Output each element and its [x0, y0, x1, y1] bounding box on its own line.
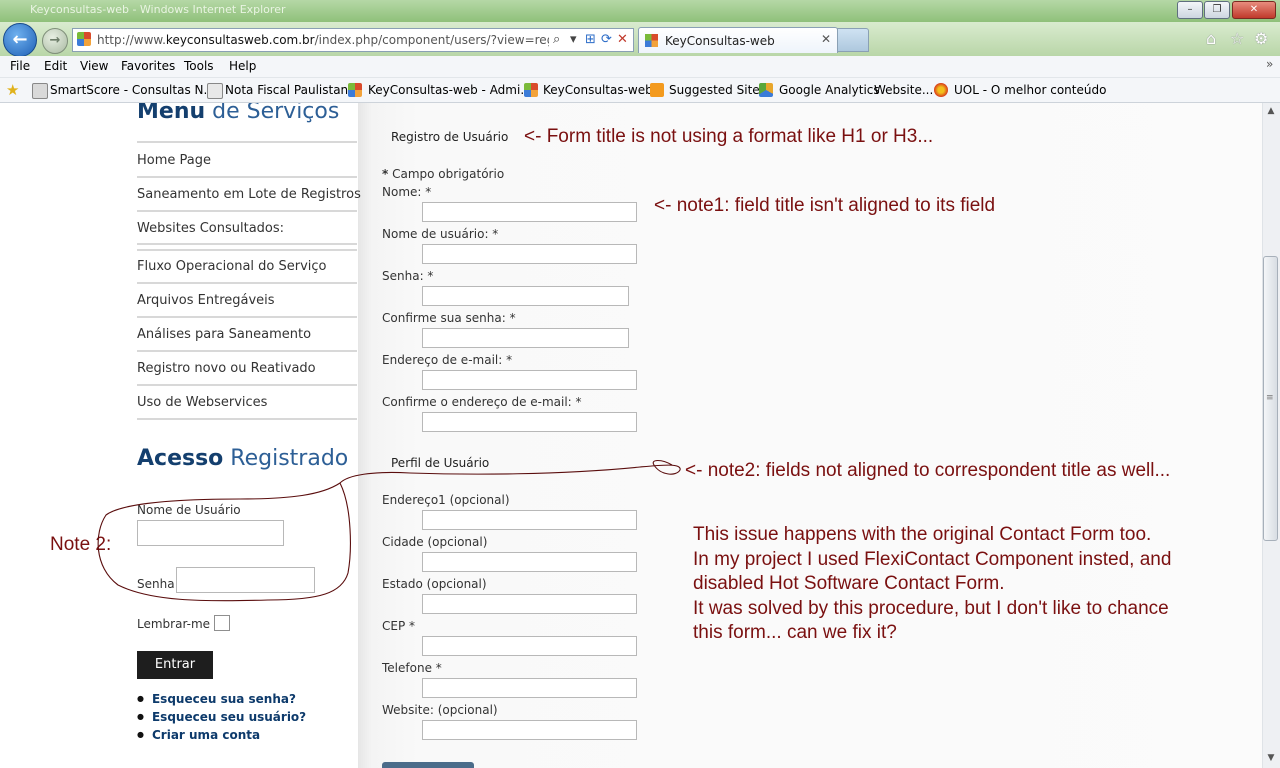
window-title-bar: Keyconsultas-web - Windows Internet Expl…: [0, 0, 1280, 22]
favorite-smartscore[interactable]: SmartScore - Consultas N...: [50, 83, 215, 97]
tab-label: KeyConsultas-web: [665, 34, 775, 48]
close-window-button[interactable]: ✕: [1232, 1, 1276, 19]
favorites-star-icon[interactable]: ☆: [1230, 29, 1244, 48]
hand-drawn-annotation-curve: [97, 459, 681, 602]
tools-gear-icon[interactable]: ⚙: [1254, 29, 1268, 48]
window-title: Keyconsultas-web - Windows Internet Expl…: [30, 3, 286, 16]
address-url[interactable]: http://www.keyconsultasweb.com.br/index.…: [97, 33, 549, 47]
page-content: Menu de Serviços Home Page Saneamento em…: [0, 103, 1262, 768]
suggested-sites-icon: [650, 83, 664, 97]
joomla-icon: [348, 83, 362, 97]
menu-overflow-icon[interactable]: »: [1266, 57, 1273, 71]
site-favicon-icon: [77, 32, 91, 46]
menu-view[interactable]: View: [80, 59, 108, 73]
address-bar[interactable]: http://www.keyconsultasweb.com.br/index.…: [72, 28, 634, 52]
new-tab-button[interactable]: [837, 28, 869, 52]
menu-bar: File Edit View Favorites Tools Help »: [0, 56, 1280, 78]
stop-icon[interactable]: ✕: [617, 32, 628, 47]
tab-keyconsultas[interactable]: KeyConsultas-web ✕: [638, 27, 838, 53]
scrollbar-grip-icon: ≡: [1266, 393, 1274, 403]
close-tab-icon[interactable]: ✕: [821, 32, 831, 46]
google-analytics-icon: [759, 83, 773, 97]
favorite-google-analytics[interactable]: Google Analytics: [779, 83, 880, 97]
page-icon: [32, 83, 48, 99]
menu-edit[interactable]: Edit: [44, 59, 67, 73]
refresh-icon[interactable]: ⟳: [601, 32, 612, 47]
favorite-uol[interactable]: UOL - O melhor conteúdo: [954, 83, 1106, 97]
favorite-website[interactable]: Website...: [874, 83, 933, 97]
page-icon: [207, 83, 223, 99]
favorite-nota-fiscal[interactable]: Nota Fiscal Paulistana: [225, 83, 356, 97]
favorites-star-icon[interactable]: ★: [6, 81, 19, 99]
tab-favicon-icon: [645, 34, 658, 47]
menu-tools[interactable]: Tools: [184, 59, 214, 73]
favorite-keyconsultas[interactable]: KeyConsultas-web: [543, 83, 653, 97]
compatibility-view-icon[interactable]: ⊞: [585, 32, 596, 47]
menu-file[interactable]: File: [10, 59, 30, 73]
menu-favorites[interactable]: Favorites: [121, 59, 175, 73]
chevron-down-icon[interactable]: ▾: [570, 32, 577, 47]
favorites-bar: ★ SmartScore - Consultas N... Nota Fisca…: [0, 78, 1280, 103]
favorite-keyconsultas-admin[interactable]: KeyConsultas-web - Admi...: [368, 83, 532, 97]
search-icon[interactable]: ⌕: [553, 32, 560, 47]
favorite-suggested-sites[interactable]: Suggested Sites: [669, 83, 766, 97]
joomla-icon: [524, 83, 538, 97]
scroll-up-icon[interactable]: ▲: [1262, 103, 1280, 120]
uol-icon: [934, 83, 948, 97]
back-arrow-icon[interactable]: ←: [3, 23, 37, 57]
scroll-down-icon[interactable]: ▼: [1262, 750, 1280, 767]
minimize-button[interactable]: –: [1177, 1, 1203, 19]
menu-help[interactable]: Help: [229, 59, 256, 73]
home-icon[interactable]: ⌂: [1206, 29, 1216, 48]
forward-arrow-icon[interactable]: →: [42, 28, 68, 54]
maximize-button[interactable]: ❐: [1204, 1, 1230, 19]
